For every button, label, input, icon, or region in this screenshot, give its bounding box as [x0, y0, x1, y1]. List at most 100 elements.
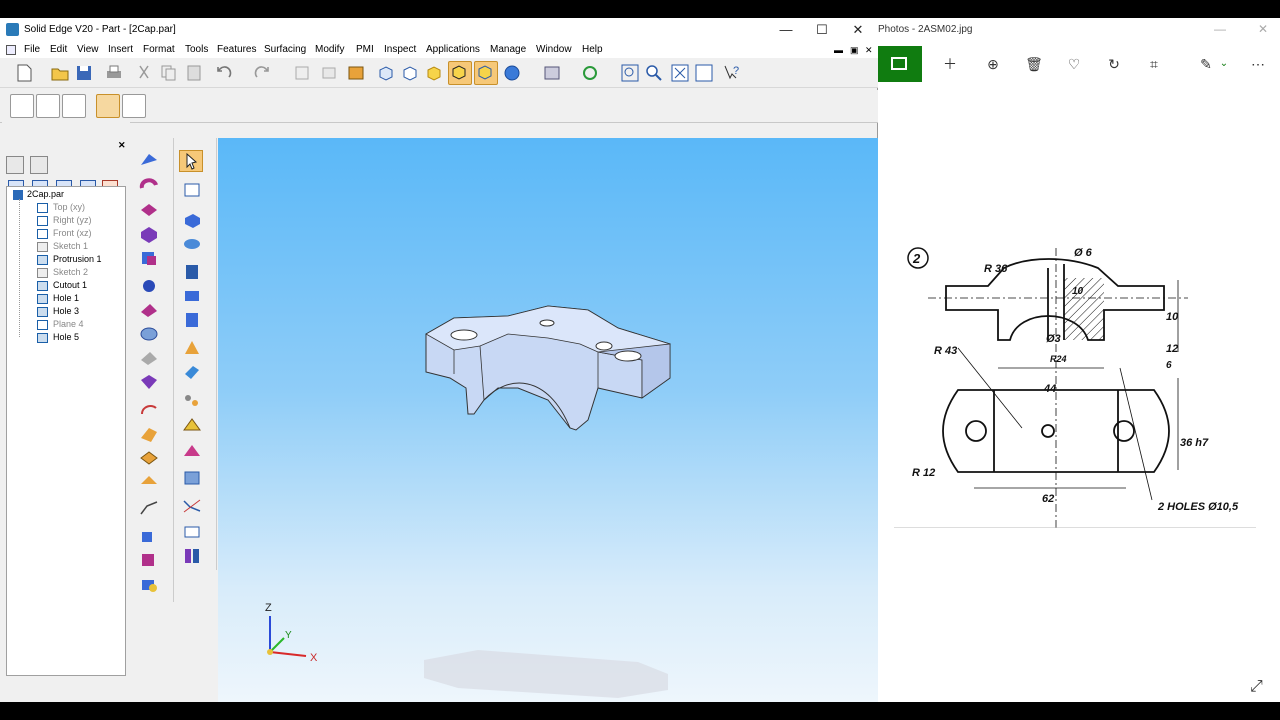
- thin-wall-command-icon[interactable]: [138, 300, 160, 320]
- shaded-edges-cube-icon[interactable]: [448, 61, 472, 85]
- part-copy-command-icon[interactable]: [138, 574, 160, 594]
- curve-command-icon[interactable]: [138, 498, 160, 518]
- more-options-icon[interactable]: ⋯: [1248, 54, 1268, 74]
- zoom-area-icon[interactable]: [320, 63, 340, 83]
- trim-surface-icon[interactable]: [181, 338, 203, 358]
- menu-file[interactable]: File: [24, 44, 40, 55]
- favorite-icon[interactable]: ♡: [1064, 54, 1084, 74]
- protrusion-command-icon[interactable]: [138, 200, 160, 220]
- extend-surface-icon[interactable]: [181, 262, 203, 282]
- bounded-surface-icon[interactable]: [181, 362, 203, 382]
- project-curve-icon[interactable]: [181, 546, 203, 566]
- blue-surf-icon[interactable]: [181, 416, 203, 436]
- swept-surface-icon[interactable]: [181, 468, 203, 488]
- shaded-cube-icon[interactable]: [424, 63, 444, 83]
- rib-command-icon[interactable]: [138, 248, 160, 268]
- select-arrow-icon[interactable]: [179, 150, 203, 172]
- hole-command-icon[interactable]: [138, 276, 160, 296]
- loft-command-icon[interactable]: [138, 400, 160, 420]
- fullscreen-icon[interactable]: ⤢: [1250, 678, 1263, 696]
- shaded-visible-cube-icon[interactable]: [474, 61, 498, 85]
- zoom-fit-icon[interactable]: [620, 63, 640, 83]
- save-icon[interactable]: [74, 63, 94, 83]
- visible-edges-cube-icon[interactable]: [400, 63, 420, 83]
- stitch-surface-icon[interactable]: [181, 442, 203, 462]
- globe-view-icon[interactable]: [502, 63, 522, 83]
- minimize-button[interactable]: —: [768, 18, 804, 42]
- document-icon[interactable]: [6, 45, 16, 55]
- round-command-icon[interactable]: [138, 324, 160, 344]
- layers-tab-icon[interactable]: [30, 156, 48, 174]
- photos-close-button[interactable]: ✕: [1258, 22, 1268, 36]
- chevron-down-icon[interactable]: ⌄: [1214, 54, 1234, 74]
- sweep-command-icon[interactable]: [138, 424, 160, 444]
- maximize-button[interactable]: ☐: [804, 18, 840, 42]
- menu-window[interactable]: Window: [536, 44, 572, 55]
- print-icon[interactable]: [104, 63, 124, 83]
- smart-dimension-icon[interactable]: [96, 94, 120, 118]
- menu-insert[interactable]: Insert: [108, 44, 133, 55]
- revolve-command-icon[interactable]: [138, 176, 160, 196]
- menu-help[interactable]: Help: [582, 44, 603, 55]
- open-icon[interactable]: [50, 63, 70, 83]
- new-icon[interactable]: [14, 63, 34, 83]
- edgebar-close-icon[interactable]: ✕: [118, 140, 126, 151]
- mirror-command-icon[interactable]: [138, 526, 160, 546]
- rotate-icon[interactable]: ↻: [1104, 54, 1124, 74]
- menu-modify[interactable]: Modify: [315, 44, 344, 55]
- menu-surfacing[interactable]: Surfacing: [264, 44, 306, 55]
- menu-pmi[interactable]: PMI: [356, 44, 374, 55]
- relationships-icon[interactable]: [122, 94, 146, 118]
- close-button[interactable]: ✕: [840, 18, 876, 42]
- coordinate-system-icon[interactable]: [181, 210, 203, 230]
- cut-icon[interactable]: [134, 63, 154, 83]
- delete-icon[interactable]: 🗑: [1024, 54, 1044, 74]
- add-icon[interactable]: ＋: [940, 54, 960, 74]
- split-body-icon[interactable]: [181, 286, 203, 306]
- fit-view-icon[interactable]: [670, 63, 690, 83]
- zoom-in-icon[interactable]: ⊕: [983, 54, 1003, 74]
- crop-icon[interactable]: ⌗: [1144, 54, 1164, 74]
- menu-applications[interactable]: Applications: [426, 44, 480, 55]
- zoom-icon[interactable]: [644, 63, 664, 83]
- sketch-edit-icon[interactable]: [36, 94, 60, 118]
- helix-command-icon[interactable]: [138, 448, 160, 468]
- menu-view[interactable]: View: [77, 44, 99, 55]
- edit-icon[interactable]: ✎: [1196, 54, 1216, 74]
- menu-features[interactable]: Features: [217, 44, 256, 55]
- menu-tools[interactable]: Tools: [185, 44, 208, 55]
- cutout-command-icon[interactable]: [138, 224, 160, 244]
- replace-face-icon[interactable]: [181, 310, 203, 330]
- emboss-command-icon[interactable]: [138, 472, 160, 492]
- menu-edit[interactable]: Edit: [50, 44, 67, 55]
- chamfer-command-icon[interactable]: [138, 348, 160, 368]
- sketch-close-icon[interactable]: [62, 94, 86, 118]
- photos-minimize-button[interactable]: —: [1214, 22, 1226, 36]
- rotate-view-icon[interactable]: [580, 63, 600, 83]
- render-icon[interactable]: [346, 63, 366, 83]
- menu-manage[interactable]: Manage: [490, 44, 526, 55]
- 3d-viewport[interactable]: Z Y X: [218, 138, 878, 702]
- undo-icon[interactable]: [214, 63, 234, 83]
- pattern-command-icon[interactable]: [138, 550, 160, 570]
- menu-format[interactable]: Format: [143, 44, 175, 55]
- copy-icon[interactable]: [158, 63, 178, 83]
- layers-icon[interactable]: [542, 63, 562, 83]
- plane-command-icon[interactable]: [181, 180, 203, 200]
- wireframe-cube-icon[interactable]: [376, 63, 396, 83]
- paste-icon[interactable]: [184, 63, 204, 83]
- pan-icon[interactable]: [694, 63, 714, 83]
- sketch-view-icon[interactable]: [10, 94, 34, 118]
- redo-icon[interactable]: [252, 63, 272, 83]
- doc-minimize-icon[interactable]: ▬: [834, 45, 843, 55]
- offset-surface-icon[interactable]: [181, 234, 203, 254]
- feature-pathfinder-icon[interactable]: [6, 156, 24, 174]
- photos-home-button[interactable]: [878, 46, 922, 82]
- select-tool-icon[interactable]: [292, 63, 312, 83]
- intersection-curve-icon[interactable]: [181, 390, 203, 410]
- keypoint-curve-icon[interactable]: [181, 496, 203, 516]
- doc-close-icon[interactable]: ✕: [865, 45, 873, 56]
- doc-restore-icon[interactable]: ▣: [850, 45, 859, 56]
- help-pointer-icon[interactable]: ?: [722, 63, 742, 83]
- derived-curve-icon[interactable]: [181, 522, 203, 542]
